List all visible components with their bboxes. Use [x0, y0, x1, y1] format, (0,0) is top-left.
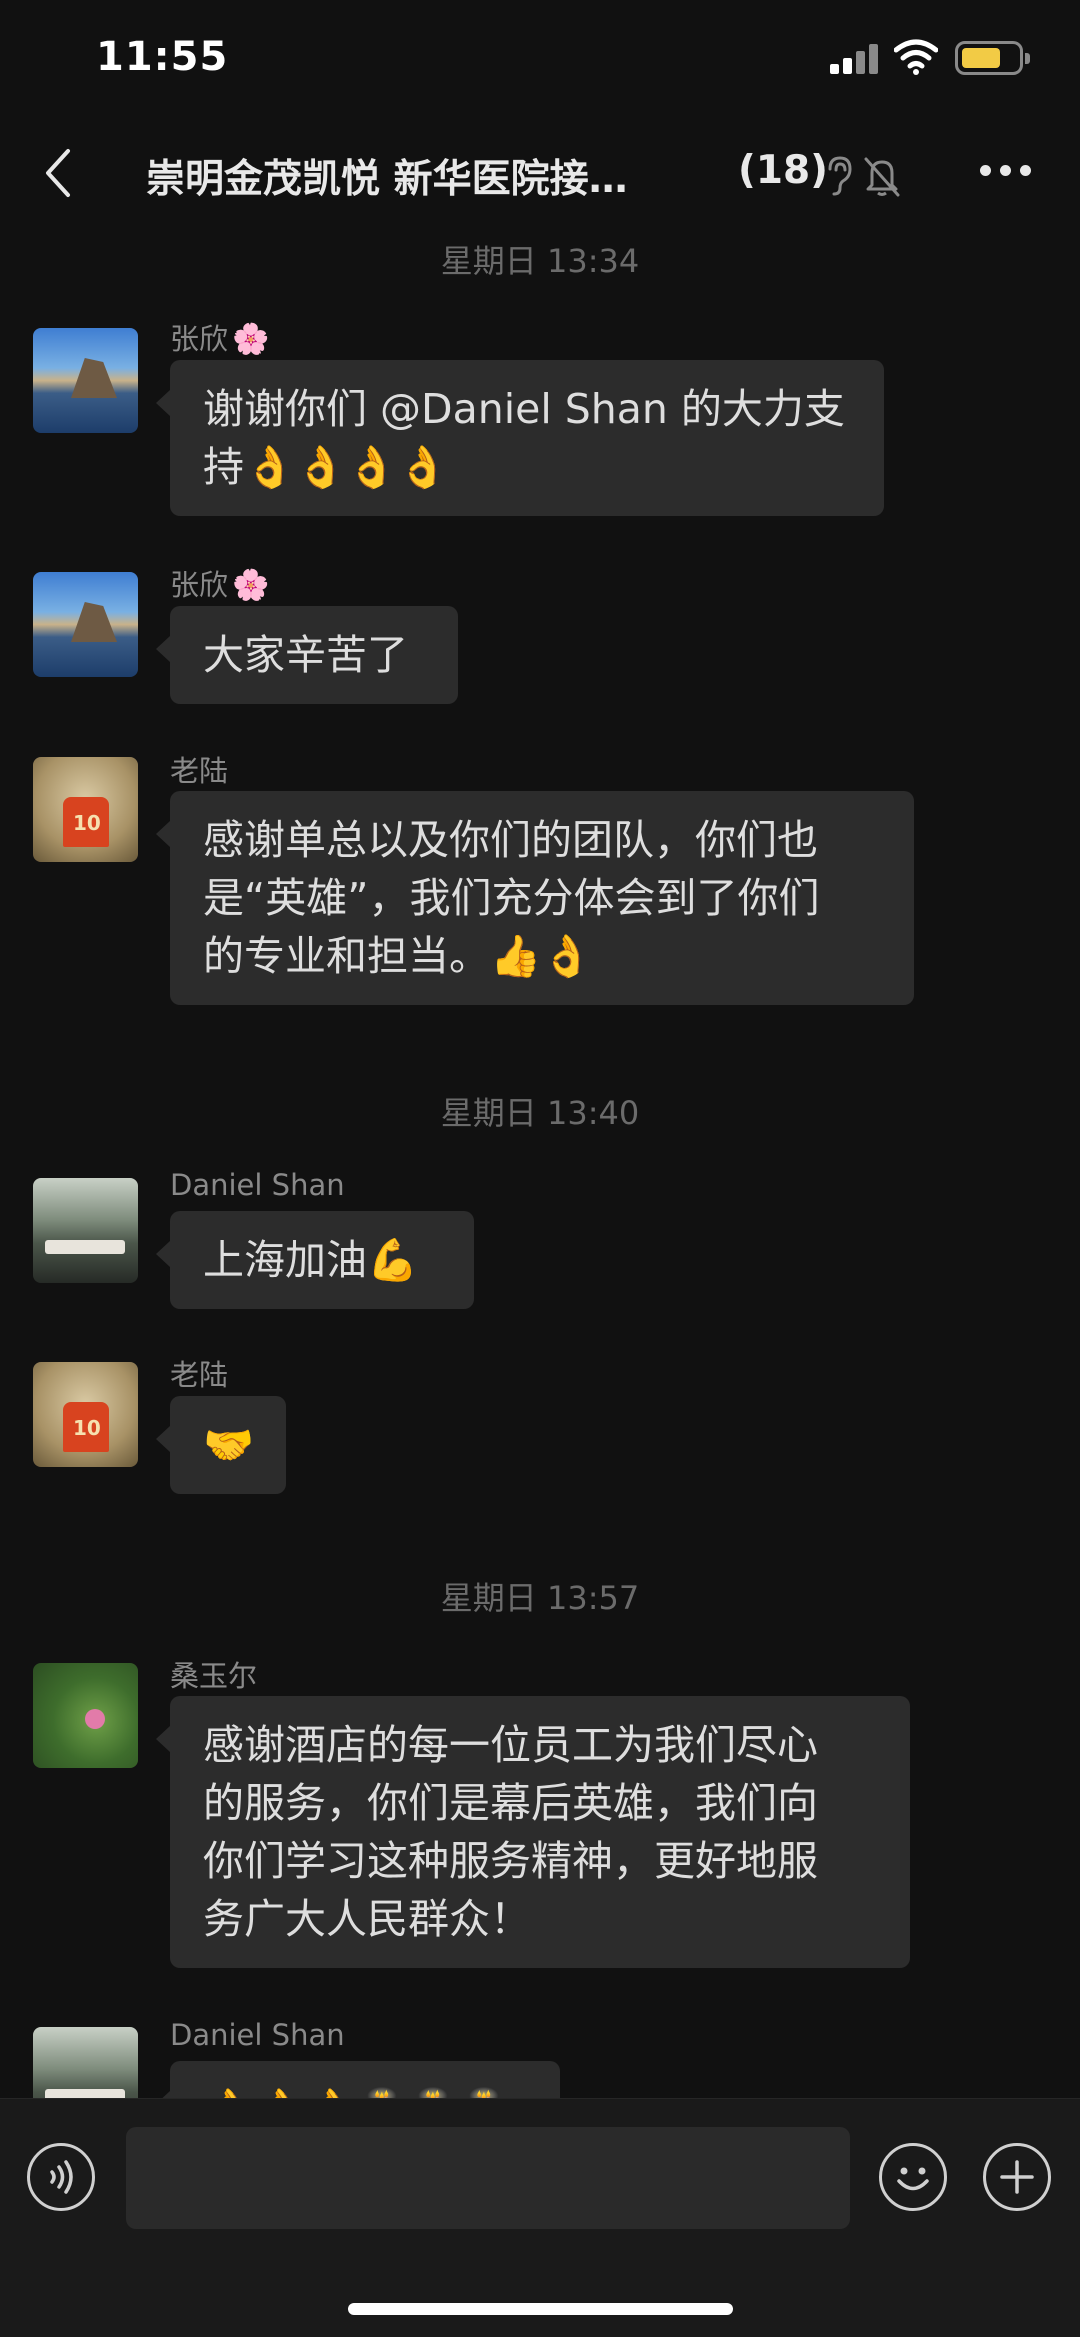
message-bubble[interactable]: 感谢酒店的每一位员工为我们尽心 的服务，你们是幕后英雄，我们向 你们学习这种服务… [156, 1696, 910, 1968]
message-bubble[interactable]: 大家辛苦了 [156, 606, 458, 704]
message-text-line: 的专业和担当。👍👌 [203, 932, 593, 980]
wifi-icon [894, 39, 938, 75]
more-options-icon[interactable] [980, 165, 1032, 179]
message-timestamp: 星期日 13:40 [440, 1094, 640, 1132]
sender-name: 张欣 🌸 [170, 568, 270, 603]
sender-name: 老陆 [170, 1358, 229, 1392]
more-functions-button[interactable] [983, 2143, 1051, 2211]
sender-avatar[interactable] [33, 1178, 138, 1283]
sender-name: 桑玉尔 [170, 1659, 258, 1693]
message-text-line: 是“英雄”，我们充分体会到了你们 [203, 874, 820, 922]
message-text-line: 感谢酒店的每一位员工为我们尽心 [203, 1721, 818, 1769]
flower-emoji: 🌸 [232, 568, 270, 603]
battery-icon [955, 41, 1030, 75]
sender-name: 老陆 [170, 754, 229, 788]
earpiece-mode-icon [828, 156, 852, 196]
message-text-line: 你们学习这种服务精神，更好地服 [203, 1837, 818, 1885]
message-bubble[interactable]: 上海加油💪 [156, 1211, 474, 1309]
member-count: (18) [738, 148, 828, 193]
mute-bell-icon [864, 157, 900, 197]
sender-avatar[interactable] [33, 1663, 138, 1768]
sender-name: Daniel Shan [170, 1168, 345, 1202]
message-input[interactable] [126, 2127, 850, 2229]
message-timestamp: 星期日 13:34 [440, 242, 640, 280]
message-timestamp: 星期日 13:57 [440, 1579, 640, 1617]
input-bar [0, 2098, 1080, 2337]
message-bubble[interactable]: 感谢单总以及你们的团队，你们也 是“英雄”，我们充分体会到了你们 的专业和担当。… [156, 791, 914, 1005]
sender-name: 张欣 🌸 [170, 322, 270, 357]
message-text-line: 感谢单总以及你们的团队，你们也 [203, 816, 818, 864]
sender-avatar[interactable] [33, 328, 138, 433]
voice-input-button[interactable] [27, 2143, 95, 2211]
chat-header: 崇明金茂凯悦 新华医院接… (18) [0, 125, 1080, 225]
chat-title[interactable]: 崇明金茂凯悦 新华医院接… [146, 148, 706, 204]
sender-avatar[interactable] [33, 1362, 138, 1467]
sender-avatar[interactable] [33, 757, 138, 862]
message-text-line: 🤝 [203, 1421, 255, 1469]
plus-icon [1000, 2160, 1034, 2194]
status-bar: 11:55 [0, 0, 1080, 120]
sender-name: Daniel Shan [170, 2018, 345, 2052]
message-text-line: 谢谢你们 @Daniel Shan 的大力支 [203, 385, 845, 433]
smiley-icon [897, 2167, 929, 2191]
status-time: 11:55 [96, 34, 229, 80]
message-text-line: 务广大人民群众！ [203, 1895, 531, 1943]
emoji-button[interactable] [879, 2143, 947, 2211]
message-text-line: 的服务，你们是幕后英雄，我们向 [203, 1779, 818, 1827]
back-icon[interactable] [38, 145, 78, 201]
voice-icon [50, 2160, 73, 2194]
message-bubble[interactable]: 🤝 [156, 1396, 286, 1494]
cellular-signal-icon [830, 44, 878, 74]
flower-emoji: 🌸 [232, 322, 270, 357]
sender-avatar[interactable] [33, 572, 138, 677]
home-indicator[interactable] [348, 2303, 733, 2315]
message-text-line: 持👌👌👌👌 [203, 443, 449, 491]
message-text-line: 大家辛苦了 [203, 631, 408, 679]
message-text-line: 上海加油💪 [203, 1236, 419, 1284]
message-bubble[interactable]: 谢谢你们 @Daniel Shan 的大力支 持👌👌👌👌 [156, 360, 884, 516]
